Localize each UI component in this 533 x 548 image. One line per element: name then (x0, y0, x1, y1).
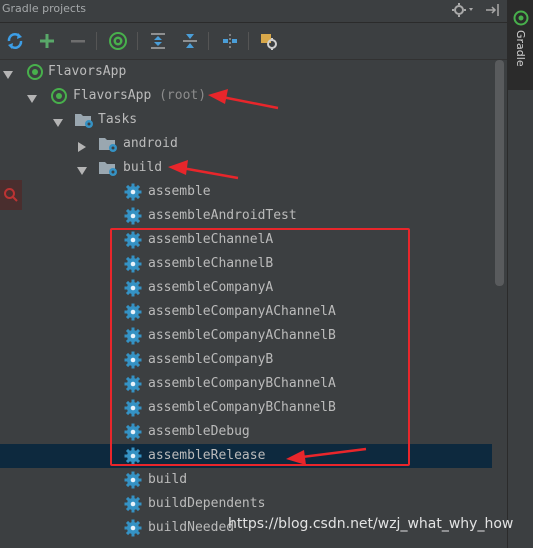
task-group-folder-icon (98, 159, 117, 177)
toolbar-separator (137, 32, 138, 50)
toolbar-separator (96, 32, 97, 50)
tool-window-strip: Gradle (507, 0, 533, 548)
task-gear-icon (124, 495, 142, 513)
settings-icon[interactable] (257, 29, 281, 53)
tree-node-group-android[interactable]: android (0, 132, 492, 156)
expand-arrow-icon[interactable] (52, 114, 64, 127)
tree-node-label: android (123, 136, 178, 151)
task-gear-icon (124, 207, 142, 225)
task-group-folder-icon (98, 135, 117, 153)
task-label: buildNeeded (148, 520, 235, 535)
task-gear-icon (124, 471, 142, 489)
gradle-toolbar (0, 23, 507, 60)
toolbar-separator (248, 32, 249, 50)
toolbar-separator (208, 32, 209, 50)
collapsed-arrow-icon[interactable] (76, 138, 88, 152)
tree-node-project[interactable]: FlavorsApp (0, 60, 492, 84)
execute-task-icon[interactable] (106, 29, 130, 53)
expand-arrow-icon[interactable] (2, 66, 14, 79)
tree-node-tasks[interactable]: Tasks (0, 108, 492, 132)
tree-node-module[interactable]: FlavorsApp (root) (0, 84, 492, 108)
gradle-module-icon (50, 87, 68, 105)
tool-window-header: Gradle projects (0, 0, 507, 23)
task-label: assembleAndroidTest (148, 208, 297, 223)
expand-all-icon[interactable] (146, 29, 170, 53)
task-item[interactable]: assembleAndroidTest (0, 204, 492, 228)
tree-scrollbar[interactable] (495, 60, 504, 286)
remove-icon[interactable] (66, 29, 90, 53)
collapse-all-icon[interactable] (178, 29, 202, 53)
task-gear-icon (124, 519, 142, 537)
task-item[interactable]: assemble (0, 180, 492, 204)
tree-node-label: FlavorsApp (48, 64, 127, 79)
expand-arrow-icon[interactable] (76, 162, 88, 175)
tree-node-label: FlavorsApp (root) (73, 88, 207, 103)
task-label: build (148, 472, 188, 487)
gear-icon[interactable] (452, 2, 476, 22)
tree-node-label: build (123, 160, 163, 175)
tree-node-group-build[interactable]: build (0, 156, 492, 180)
task-label: assemble (148, 184, 211, 199)
root-suffix: (root) (159, 88, 207, 103)
add-icon[interactable] (35, 29, 59, 53)
gradle-icon (513, 10, 529, 30)
task-item[interactable]: buildDependents (0, 492, 492, 516)
hide-panel-icon[interactable] (484, 2, 502, 22)
gradle-side-tab[interactable]: Gradle (508, 0, 533, 90)
tool-window-title: Gradle projects (2, 2, 86, 15)
task-item[interactable]: build (0, 468, 492, 492)
gradle-project-icon (26, 63, 44, 81)
task-gear-icon (124, 183, 142, 201)
gradle-side-tab-label: Gradle (514, 30, 527, 67)
refresh-icon[interactable] (3, 29, 27, 53)
toggle-offline-icon[interactable] (218, 29, 242, 53)
task-label: buildDependents (148, 496, 266, 511)
tree-node-label: Tasks (98, 112, 138, 127)
watermark: https://blog.csdn.net/wzj_what_why_how (228, 516, 514, 532)
tasks-folder-icon (74, 111, 93, 129)
highlight-box (110, 228, 410, 466)
expand-arrow-icon[interactable] (26, 90, 38, 103)
